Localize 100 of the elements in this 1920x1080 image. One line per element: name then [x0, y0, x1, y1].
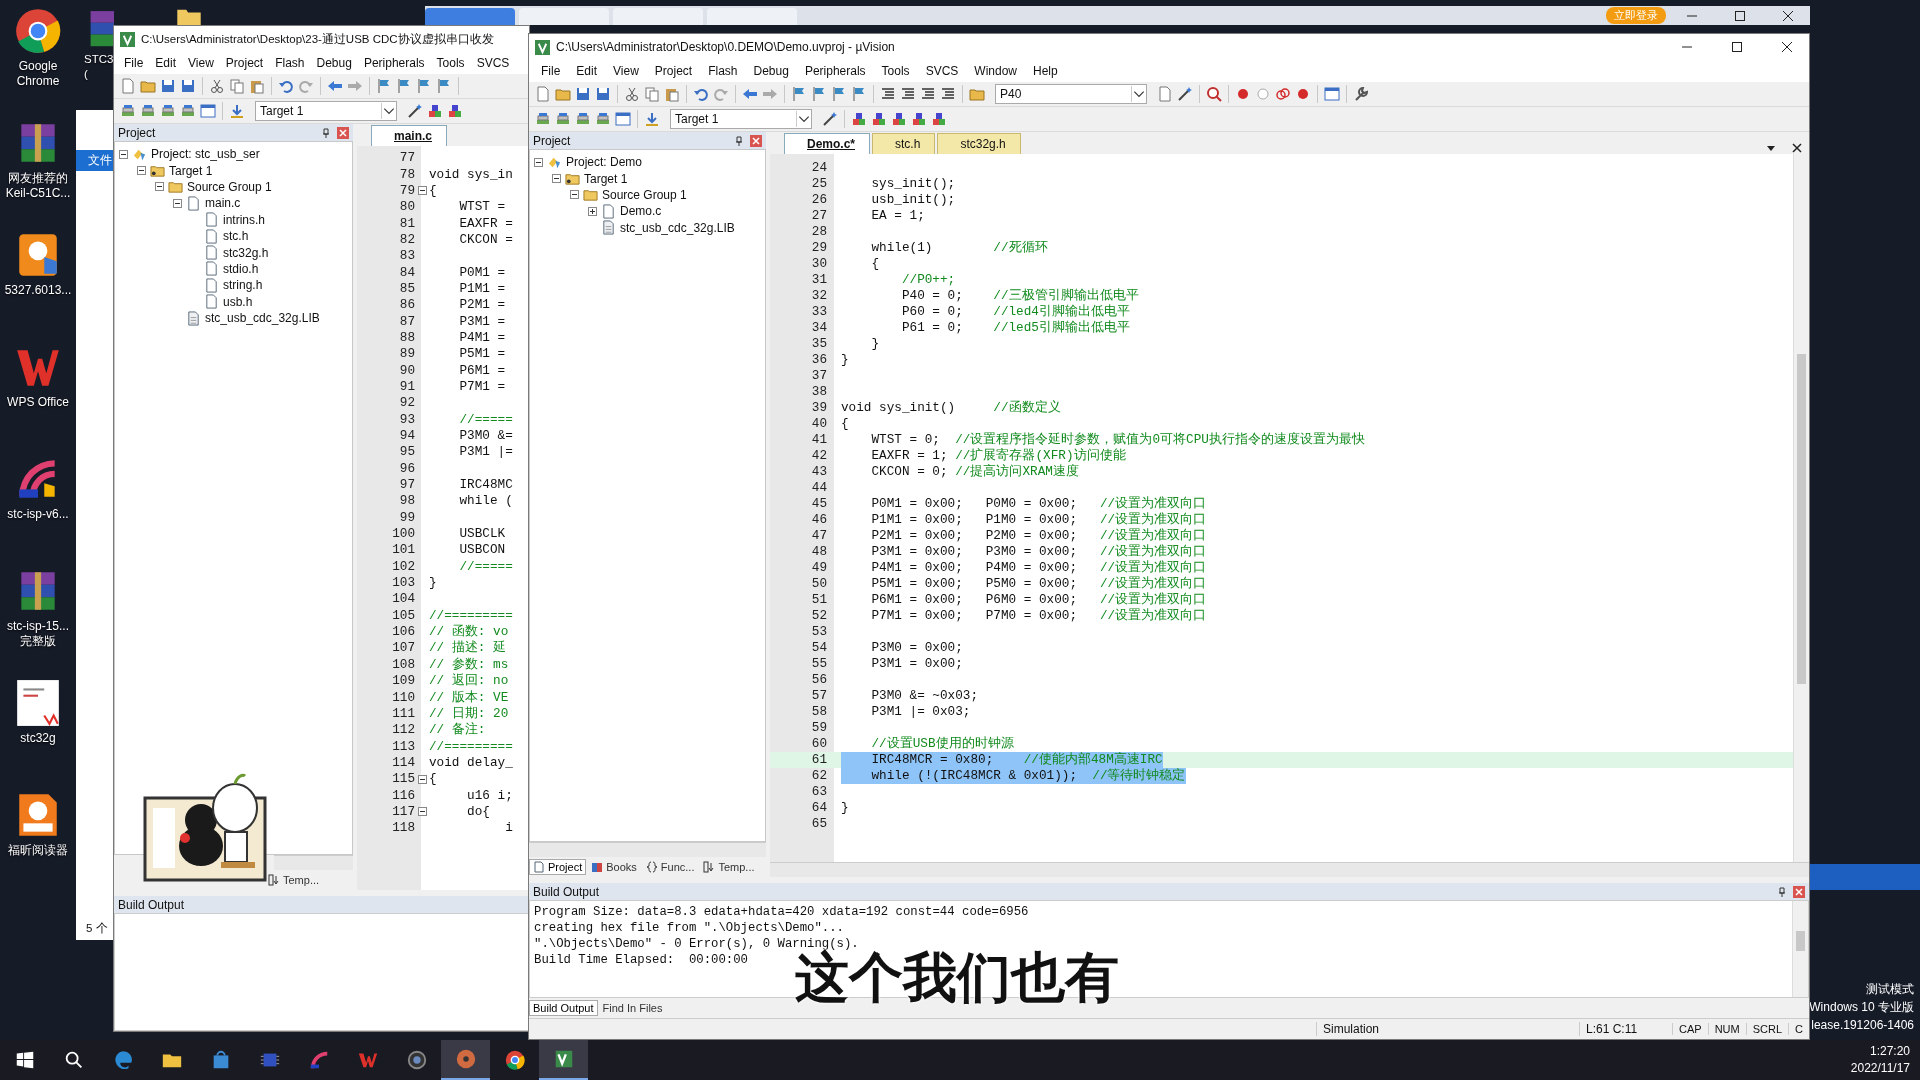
dropdown-arrow-icon[interactable]: [1131, 86, 1146, 102]
blocks-icon[interactable]: [851, 111, 867, 127]
collapse-icon[interactable]: [155, 182, 164, 192]
build-icon[interactable]: [575, 111, 591, 127]
menu-item[interactable]: SVCS: [917, 64, 967, 78]
maximize-icon[interactable]: [1731, 41, 1743, 53]
panel-tab[interactable]: Books: [587, 859, 641, 875]
tree-item[interactable]: Project: Demo: [566, 155, 643, 170]
tree-item[interactable]: intrins.h: [223, 212, 266, 227]
target-dropdown[interactable]: Target 1: [670, 109, 812, 129]
build-icon[interactable]: [160, 103, 176, 119]
copy-icon[interactable]: [229, 78, 245, 94]
scrollbar[interactable]: [1792, 901, 1808, 997]
menu-item[interactable]: Edit: [568, 64, 606, 78]
ribbon-tab[interactable]: 文件: [76, 150, 116, 171]
panel-tab[interactable]: Func...: [641, 859, 699, 875]
panel-tab[interactable]: Temp...: [699, 859, 759, 875]
tree-item[interactable]: Target 1: [169, 163, 213, 178]
collapse-icon[interactable]: [173, 198, 182, 208]
editor-tab[interactable]: stc32g.h: [937, 133, 1021, 154]
scrollbar[interactable]: [1793, 154, 1809, 862]
pin-icon[interactable]: [321, 127, 331, 138]
menu-item[interactable]: View: [605, 64, 647, 78]
close-icon[interactable]: [1781, 41, 1793, 53]
dropdown-arrow-icon[interactable]: [796, 111, 811, 127]
editor-tab[interactable]: stc.h: [872, 133, 936, 154]
panel-tab[interactable]: Find In Files: [598, 1000, 667, 1016]
collapse-icon[interactable]: [418, 807, 427, 817]
tree-item[interactable]: stc32g.h: [223, 245, 269, 260]
save-icon[interactable]: [180, 78, 196, 94]
build-icon[interactable]: [140, 103, 156, 119]
menu-item[interactable]: File: [533, 64, 569, 78]
pin-icon[interactable]: [1777, 886, 1787, 897]
save-icon[interactable]: [595, 86, 611, 102]
disc-icon[interactable]: [454, 1048, 477, 1070]
indent-icon[interactable]: [920, 86, 936, 102]
menu-item[interactable]: Flash: [700, 64, 746, 78]
save-icon[interactable]: [575, 86, 591, 102]
tree-item[interactable]: main.c: [205, 196, 241, 211]
blocks-icon[interactable]: [931, 111, 947, 127]
panel-tab[interactable]: Build Output: [529, 1000, 598, 1016]
collapse-icon[interactable]: [418, 186, 427, 196]
menu-item[interactable]: Window: [966, 64, 1025, 78]
flag-icon[interactable]: [851, 86, 867, 102]
flag-icon[interactable]: [396, 78, 412, 94]
dropdown-arrow-icon[interactable]: [381, 103, 396, 119]
menu-item[interactable]: Flash: [269, 56, 311, 70]
editor-tab[interactable]: main.c: [371, 125, 447, 146]
build-icon[interactable]: [535, 111, 551, 127]
tree-item[interactable]: Source Group 1: [602, 187, 687, 202]
menu-item[interactable]: Peripherals: [796, 64, 874, 78]
desktop-icon-label[interactable]: stc-isp-v6...: [7, 507, 69, 522]
collapse-icon[interactable]: [534, 157, 543, 167]
download-icon[interactable]: [229, 103, 245, 119]
save-icon[interactable]: [160, 78, 176, 94]
target-dropdown[interactable]: Target 1: [255, 101, 397, 121]
build-icon[interactable]: [120, 103, 136, 119]
tree-item[interactable]: Target 1: [584, 171, 628, 186]
menu-item[interactable]: File: [118, 56, 150, 70]
rings-icon[interactable]: [1275, 86, 1291, 102]
download-icon[interactable]: [644, 111, 660, 127]
scissors-icon[interactable]: [624, 86, 640, 102]
desktop-icon-label[interactable]: Google Chrome: [16, 59, 60, 89]
scrollbar[interactable]: [274, 855, 353, 870]
panel-tab[interactable]: Temp...: [264, 872, 324, 888]
blocks-icon[interactable]: [447, 103, 463, 119]
wand-icon[interactable]: [1177, 86, 1193, 102]
blocks-icon[interactable]: [427, 103, 443, 119]
arrow-left-icon[interactable]: [327, 78, 343, 94]
menu-item[interactable]: Debug: [310, 56, 358, 70]
scissors-icon[interactable]: [209, 78, 225, 94]
desktop-icon-label[interactable]: 福昕阅读器: [8, 843, 68, 858]
tree-item[interactable]: stc.h: [223, 229, 249, 244]
menu-item[interactable]: Tools: [873, 64, 918, 78]
indent-icon[interactable]: [940, 86, 956, 102]
clipboard-icon[interactable]: [664, 86, 680, 102]
flag-icon[interactable]: [811, 86, 827, 102]
tree-item[interactable]: Project: stc_usb_ser: [151, 147, 260, 162]
menu-item[interactable]: Peripherals: [357, 56, 431, 70]
browser-icon[interactable]: [13, 6, 63, 56]
menu-item[interactable]: Help: [1025, 64, 1066, 78]
menu-item[interactable]: Debug: [745, 64, 797, 78]
collapse-icon[interactable]: [570, 190, 579, 200]
menu-item[interactable]: Project: [646, 64, 701, 78]
expand-icon[interactable]: [588, 206, 597, 216]
find-dropdown[interactable]: P40: [995, 84, 1147, 104]
panel-tab[interactable]: Project: [529, 859, 587, 875]
flag-icon[interactable]: [376, 78, 392, 94]
tree-item[interactable]: stc_usb_cdc_32g.LIB: [205, 311, 320, 326]
collapse-icon[interactable]: [418, 774, 427, 784]
taskbar-button[interactable]: [539, 1040, 588, 1080]
menu-item[interactable]: Project: [219, 56, 270, 70]
arrow-left-icon[interactable]: [742, 86, 758, 102]
undo-icon[interactable]: [278, 78, 294, 94]
maximize-icon[interactable]: [1734, 9, 1746, 22]
window-icon[interactable]: [1324, 86, 1340, 102]
desktop-icon-label[interactable]: WPS Office: [7, 395, 69, 410]
menu-item[interactable]: SVCS: [470, 56, 516, 70]
flag-icon[interactable]: [436, 78, 452, 94]
build-icon[interactable]: [180, 103, 196, 119]
